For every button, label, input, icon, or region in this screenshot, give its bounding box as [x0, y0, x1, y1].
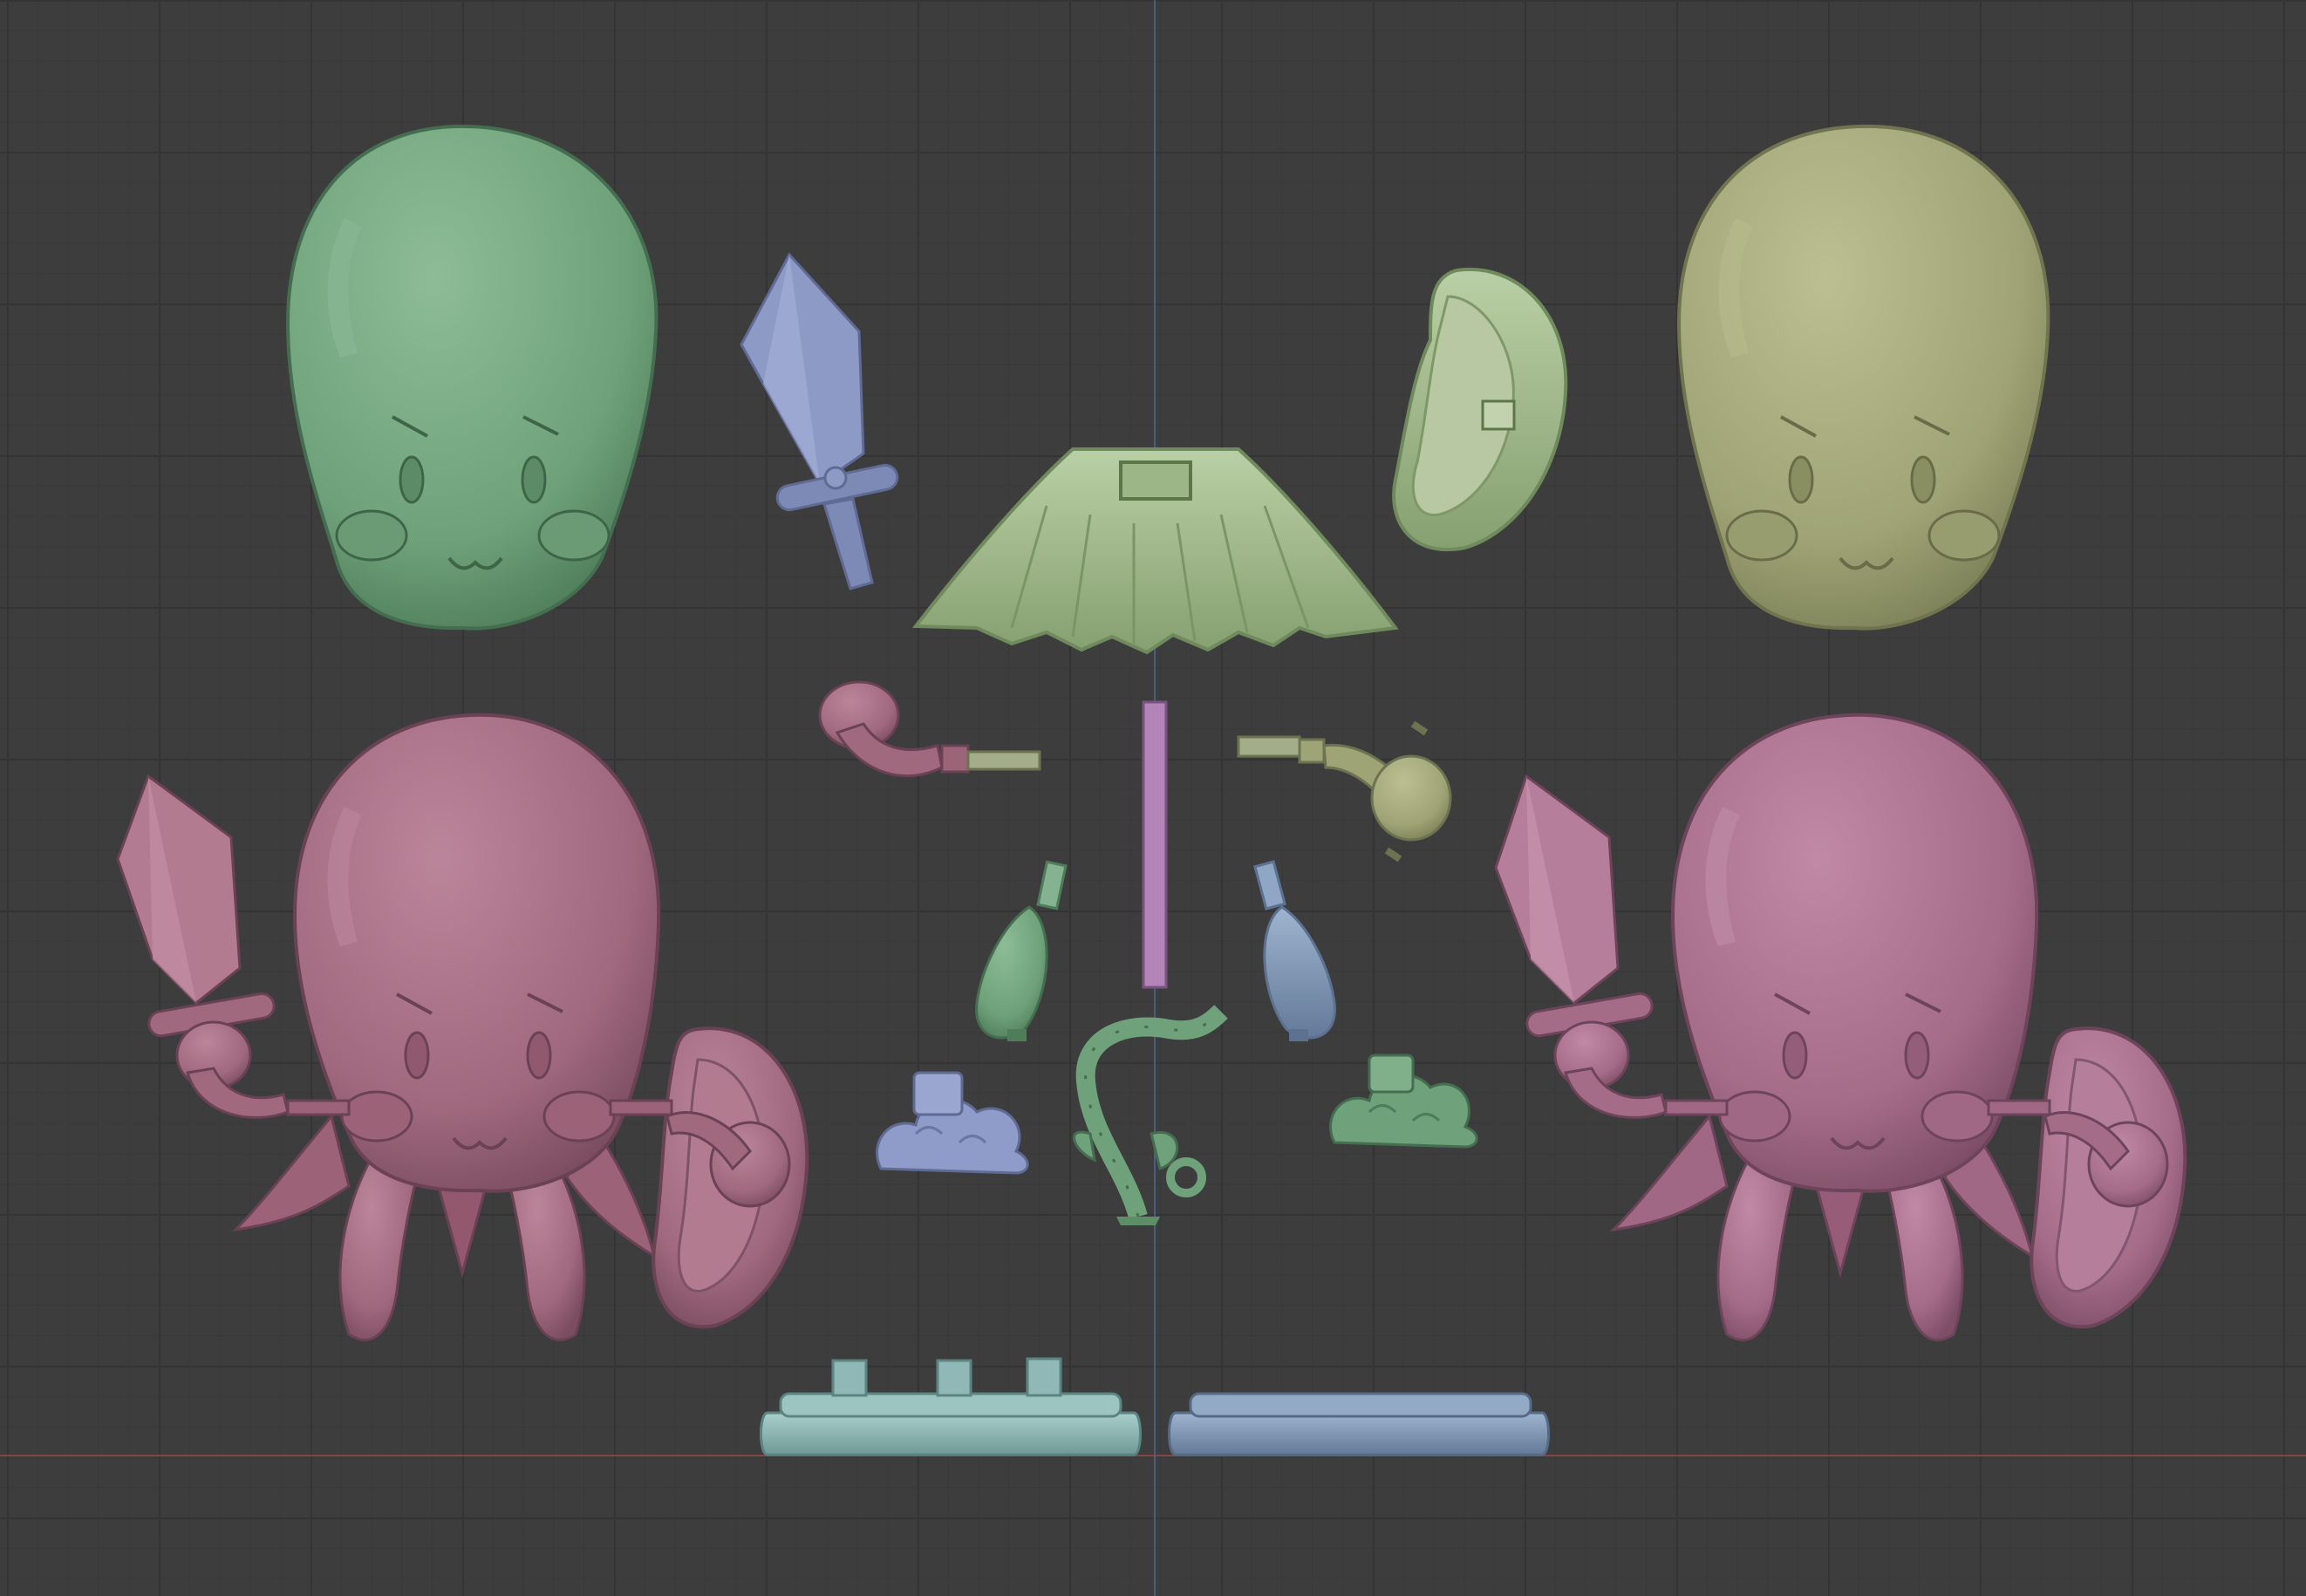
scene-canvas [116, 124, 2187, 1456]
support-rod[interactable] [1142, 700, 1168, 989]
right-arm[interactable] [1237, 720, 1452, 863]
octopus-assembled-left[interactable] [116, 713, 809, 1341]
vine-plant[interactable] [1073, 1005, 1228, 1225]
ear-shield[interactable] [1392, 267, 1568, 551]
right-leg[interactable] [1253, 860, 1336, 1041]
sword[interactable] [740, 252, 899, 590]
cape-skirt[interactable] [912, 447, 1399, 655]
head-green[interactable] [285, 124, 658, 631]
cloud-left[interactable] [876, 1071, 1029, 1175]
cloud-right[interactable] [1329, 1054, 1478, 1149]
base-left[interactable] [760, 1357, 1142, 1456]
head-olive[interactable] [1676, 124, 2050, 631]
3d-viewport[interactable] [0, 0, 2306, 1596]
left-arm[interactable] [818, 680, 1041, 778]
base-right[interactable] [1168, 1392, 1550, 1456]
octopus-assembled-right[interactable] [1494, 713, 2187, 1341]
left-leg[interactable] [975, 860, 1068, 1041]
